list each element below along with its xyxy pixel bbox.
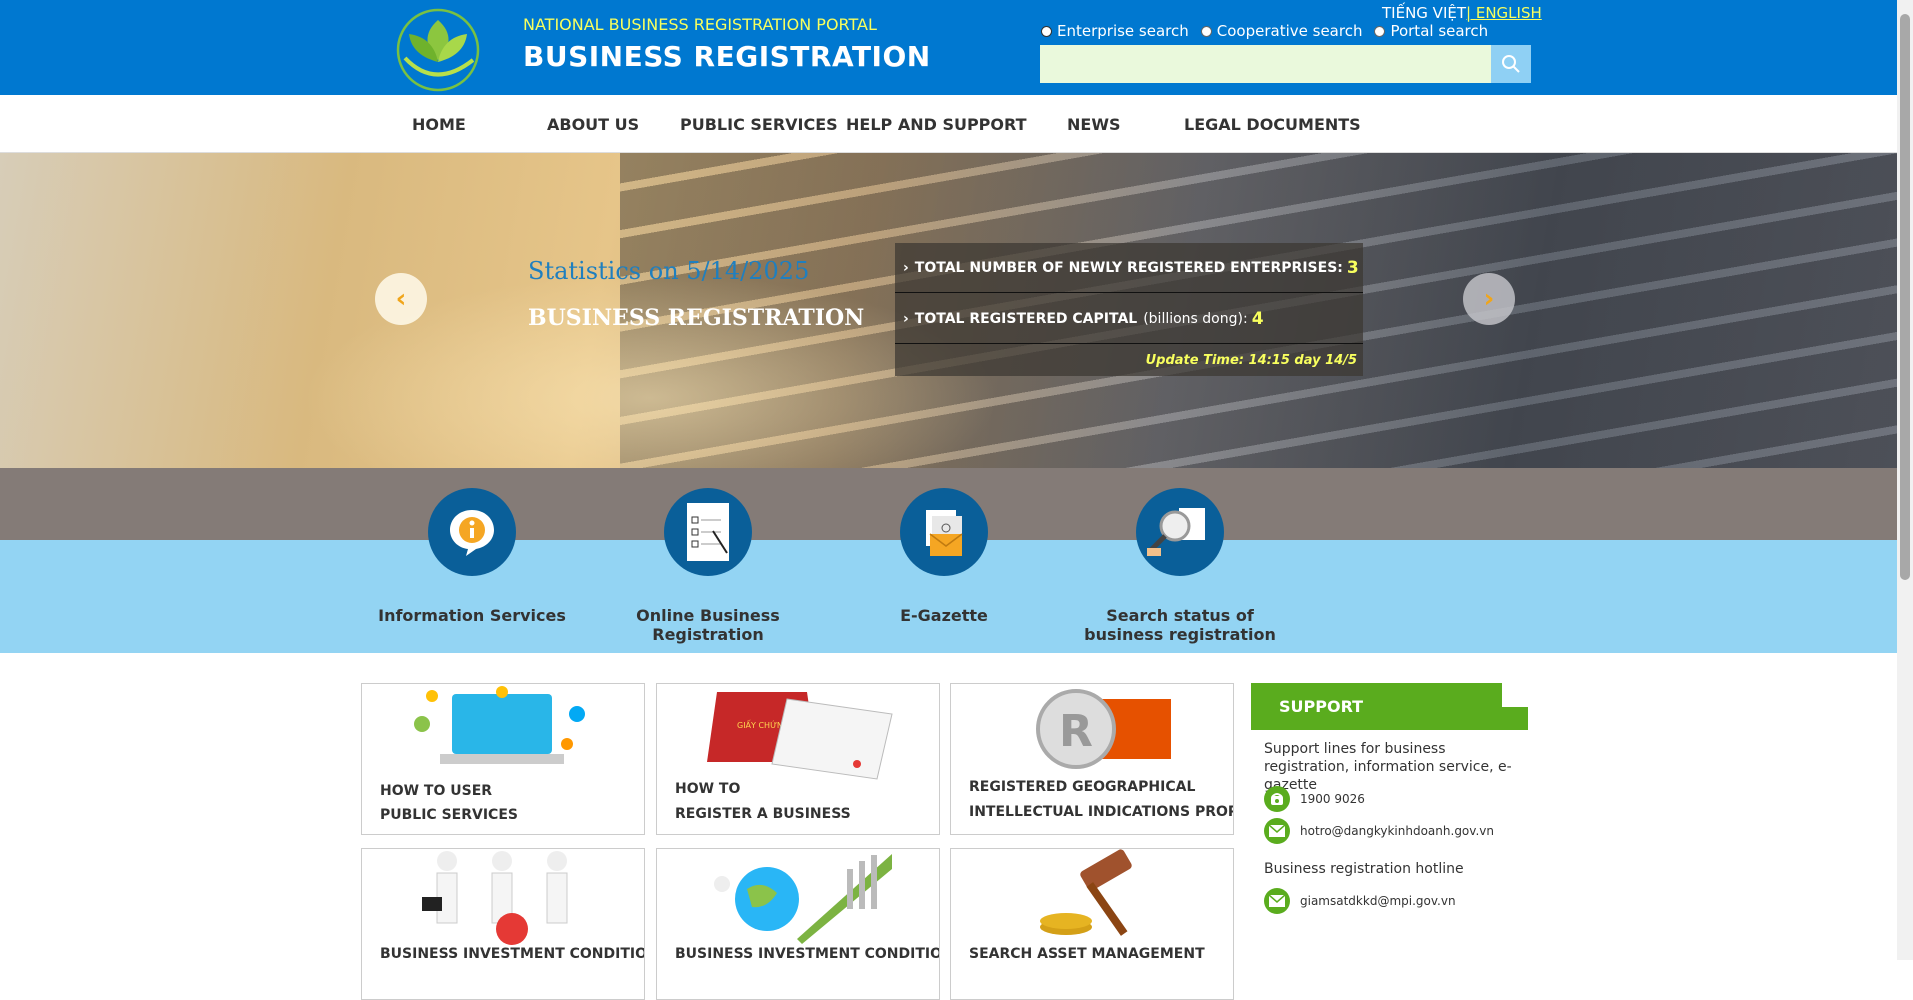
card-business-investment-conditions-2[interactable]: BUSINESS INVESTMENT CONDITIONS (656, 848, 940, 1000)
chevron-right-icon: › (903, 310, 909, 327)
service-information[interactable]: Information Services (357, 488, 587, 625)
nav-home[interactable]: HOME (412, 115, 466, 134)
stat-value: 3 (1346, 257, 1359, 278)
service-search-status[interactable]: Search status of business registration (1065, 488, 1295, 644)
nav-legal-documents[interactable]: LEGAL DOCUMENTS (1184, 115, 1361, 134)
portal-logo-icon[interactable] (395, 8, 481, 92)
stat-row-capital: › TOTAL REGISTERED CAPITAL (billions don… (895, 294, 1363, 344)
radio-unselected-icon[interactable] (1374, 25, 1386, 37)
support-header: SUPPORT (1251, 683, 1528, 730)
statistics-date: Statistics on 5/14/2025 (528, 257, 810, 285)
nav-news[interactable]: NEWS (1067, 115, 1121, 134)
nav-help-support[interactable]: HELP AND SUPPORT (846, 115, 1027, 134)
hotline-email: giamsatdkkd@mpi.gov.vn (1264, 888, 1456, 914)
support-phone: 1900 9026 (1264, 786, 1365, 812)
gavel-illustration (1040, 849, 1132, 936)
magnifier-document-icon (1136, 488, 1224, 576)
carousel-prev-button[interactable]: ‹ (375, 273, 427, 325)
stat-row-enterprises: › TOTAL NUMBER OF NEWLY REGISTERED ENTER… (895, 243, 1363, 293)
nav-public-services[interactable]: PUBLIC SERVICES (680, 115, 838, 134)
phone-icon (1264, 786, 1290, 812)
mail-icon (1264, 818, 1290, 844)
radio-enterprise-search[interactable]: Enterprise search (1041, 22, 1189, 40)
radio-portal-search[interactable]: Portal search (1374, 22, 1488, 40)
portal-title[interactable]: BUSINESS REGISTRATION (523, 40, 931, 73)
statistics-banner: ‹ › Statistics on 5/14/2025 BUSINESS REG… (0, 153, 1897, 468)
info-icon (428, 488, 516, 576)
search-type-radios: Enterprise search Cooperative search Por… (1041, 22, 1488, 40)
scrollbar-thumb[interactable] (1900, 14, 1910, 580)
chevron-left-icon: ‹ (395, 284, 407, 314)
certificate-illustration: GIẤY CHỨNG NHẬN (707, 692, 893, 780)
radio-selected-icon[interactable] (1041, 25, 1052, 37)
statistics-title: BUSINESS REGISTRATION (528, 305, 865, 331)
registered-trademark-illustration: R (1036, 689, 1171, 769)
service-e-gazette[interactable]: E-Gazette (829, 488, 1059, 625)
language-switcher: TIẾNG VIỆT| ENGLISH (1382, 4, 1542, 22)
carousel-next-button[interactable]: › (1463, 273, 1515, 325)
main-nav: HOME ABOUT US PUBLIC SERVICES HELP AND S… (0, 95, 1897, 153)
registration-form-icon (664, 488, 752, 576)
email-envelope-icon (900, 488, 988, 576)
support-email: hotro@dangkykinhdoanh.gov.vn (1264, 818, 1494, 844)
card-how-to-register-business[interactable]: GIẤY CHỨNG NHẬN HOW TO REGISTER A BUSINE… (656, 683, 940, 835)
search-icon (1502, 55, 1520, 73)
card-how-to-use-public-services[interactable]: HOW TO USER PUBLIC SERVICES (361, 683, 645, 835)
statistics-panel: › TOTAL NUMBER OF NEWLY REGISTERED ENTER… (895, 243, 1363, 376)
globe-growth-illustration (714, 854, 892, 944)
card-registered-geographical-indications[interactable]: R REGISTERED GEOGRAPHICAL INTELLECTUAL I… (950, 683, 1234, 835)
laptop-apps-illustration (414, 686, 585, 764)
page-scrollbar[interactable] (1897, 0, 1913, 960)
site-header: NATIONAL BUSINESS REGISTRATION PORTAL BU… (0, 0, 1897, 95)
nav-about-us[interactable]: ABOUT US (547, 115, 639, 134)
hotline-label: Business registration hotline (1264, 861, 1464, 877)
support-title: SUPPORT (1279, 697, 1364, 716)
svg-text:R: R (1059, 706, 1093, 757)
lang-english-link[interactable]: | ENGLISH (1466, 4, 1542, 22)
chevron-right-icon: › (903, 259, 909, 276)
card-search-asset-management[interactable]: SEARCH ASSET MANAGEMENT (950, 848, 1234, 1000)
lang-vietnamese-link[interactable]: TIẾNG VIỆT (1382, 4, 1466, 22)
portal-subtitle: NATIONAL BUSINESS REGISTRATION PORTAL (523, 15, 877, 34)
service-online-registration[interactable]: Online Business Registration (593, 488, 823, 644)
business-people-illustration (422, 851, 568, 945)
update-time: Update Time: 14:15 day 14/5 (1145, 353, 1357, 368)
stat-value: 4 (1251, 308, 1264, 329)
radio-unselected-icon[interactable] (1200, 25, 1212, 37)
search-input[interactable] (1040, 45, 1491, 83)
search-button[interactable] (1491, 45, 1531, 83)
chevron-right-icon: › (1483, 284, 1495, 314)
card-business-investment-conditions-1[interactable]: BUSINESS INVESTMENT CONDITIONS (361, 848, 645, 1000)
radio-cooperative-search[interactable]: Cooperative search (1200, 22, 1362, 40)
mail-icon (1264, 888, 1290, 914)
